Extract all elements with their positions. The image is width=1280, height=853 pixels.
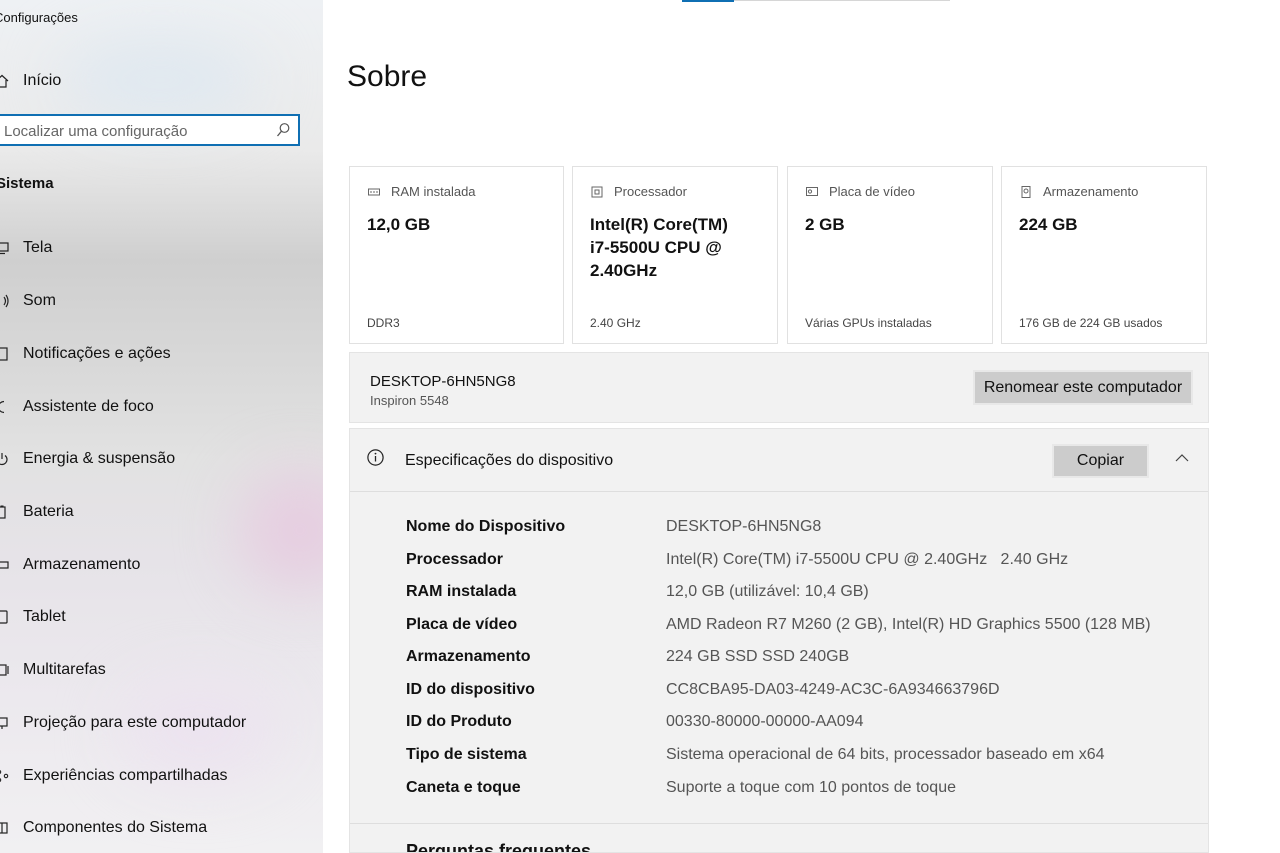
app-title: Configurações: [0, 10, 78, 25]
monitor-icon: [0, 239, 10, 257]
rename-computer-button[interactable]: Renomear este computador: [973, 370, 1193, 405]
spec-key: Caneta e toque: [406, 779, 521, 796]
home-icon: [0, 72, 10, 90]
battery-icon: [0, 503, 10, 521]
spec-value: Intel(R) Core(TM) i7-5500U CPU @ 2.40GHz…: [666, 551, 1069, 568]
page-title: Sobre: [347, 60, 428, 93]
card-subtitle: DDR3: [367, 316, 400, 330]
copy-button[interactable]: Copiar: [1052, 444, 1149, 478]
device-name-panel: DESKTOP-6HN5NG8 Inspiron 5548 Renomear e…: [349, 352, 1209, 423]
spec-key: RAM instalada: [406, 583, 517, 600]
sidebar-item-label: Bateria: [23, 503, 74, 520]
storage-icon: [0, 556, 10, 574]
card-value: Intel(R) Core(TM) i7-5500U CPU @ 2.40GHz: [590, 215, 728, 280]
card-value: 2 GB: [805, 215, 845, 234]
components-icon: [0, 819, 10, 837]
spec-key: Nome do Dispositivo: [406, 518, 566, 535]
card-title: Placa de vídeo: [829, 184, 916, 199]
spec-key: Processador: [406, 551, 503, 568]
sidebar-item-label: Assistente de foco: [23, 398, 154, 415]
card-placa-video: Placa de vídeo 2 GB Várias GPUs instalad…: [787, 166, 993, 344]
sidebar-item-energia[interactable]: Energia & suspensão: [0, 447, 300, 471]
moon-icon: [0, 398, 10, 416]
sidebar-item-projecao[interactable]: Projeção para este computador: [0, 711, 300, 735]
spec-value: Suporte a toque com 10 pontos de toque: [666, 779, 956, 796]
share-icon: [0, 767, 10, 785]
sidebar-item-assistente-foco[interactable]: Assistente de foco: [0, 395, 300, 419]
power-icon: [0, 450, 10, 468]
device-name: DESKTOP-6HN5NG8: [370, 373, 516, 390]
chevron-up-icon[interactable]: [1174, 451, 1190, 463]
sidebar-item-label: Energia & suspensão: [23, 450, 176, 467]
nav-home-label: Início: [23, 72, 62, 89]
sidebar-item-tablet[interactable]: Tablet: [0, 605, 300, 629]
sidebar-item-multitarefas[interactable]: Multitarefas: [0, 658, 300, 682]
projection-icon: [0, 714, 10, 732]
sidebar-item-notificacoes[interactable]: Notificações e ações: [0, 342, 300, 366]
ram-icon: [368, 185, 380, 197]
card-title: Processador: [614, 184, 687, 199]
spec-key: ID do Produto: [406, 713, 512, 730]
card-subtitle: Várias GPUs instaladas: [805, 316, 932, 330]
multitask-icon: [0, 661, 10, 679]
sidebar-item-label: Notificações e ações: [23, 345, 171, 362]
specs-header-label: Especificações do dispositivo: [405, 452, 614, 469]
spec-key: Placa de vídeo: [406, 616, 518, 633]
sidebar-item-componentes[interactable]: Componentes do Sistema: [0, 816, 300, 840]
sidebar-item-label: Armazenamento: [23, 556, 141, 573]
device-model: Inspiron 5548: [370, 393, 449, 408]
sidebar-item-label: Tablet: [23, 608, 66, 625]
tablet-icon: [0, 608, 10, 626]
sidebar-item-bateria[interactable]: Bateria: [0, 500, 300, 524]
sidebar-item-armazenamento[interactable]: Armazenamento: [0, 553, 300, 577]
specs-header[interactable]: Especificações do dispositivo Copiar: [350, 429, 1208, 492]
sidebar-item-experiencias[interactable]: Experiências compartilhadas: [0, 764, 300, 788]
sidebar-item-label: Multitarefas: [23, 661, 106, 678]
cpu-icon: [591, 185, 603, 198]
card-subtitle: 2.40 GHz: [590, 316, 641, 330]
sidebar-item-label: Experiências compartilhadas: [23, 767, 228, 784]
scroll-track: [734, 0, 950, 1]
card-title: Armazenamento: [1043, 184, 1139, 199]
card-value: 224 GB: [1019, 215, 1078, 234]
sidebar-item-label: Projeção para este computador: [23, 714, 247, 731]
spec-key: Armazenamento: [406, 648, 531, 665]
scroll-indicator: [682, 0, 734, 2]
nav-home[interactable]: Início: [0, 69, 300, 93]
card-processador: Processador Intel(R) Core(TM) i7-5500U C…: [572, 166, 778, 344]
section-title: Sistema: [0, 175, 54, 192]
sidebar-item-som[interactable]: Som: [0, 289, 300, 313]
sidebar-item-label: Componentes do Sistema: [23, 819, 208, 836]
sidebar-item-tela[interactable]: Tela: [0, 236, 300, 260]
info-icon: [367, 449, 384, 466]
spec-value: CC8CBA95-DA03-4249-AC3C-6A934663796D: [666, 681, 1000, 698]
card-armazenamento: Armazenamento 224 GB 176 GB de 224 GB us…: [1001, 166, 1207, 344]
search-icon[interactable]: [276, 122, 290, 138]
spec-value: 224 GB SSD SSD 240GB: [666, 648, 850, 665]
card-ram: RAM instalada 12,0 GB DDR3: [349, 166, 564, 344]
spec-key: ID do dispositivo: [406, 681, 535, 698]
sidebar-item-label: Som: [23, 292, 56, 309]
notification-icon: [0, 345, 10, 363]
spec-value: 00330-80000-00000-AA094: [666, 713, 864, 730]
card-title: RAM instalada: [391, 184, 476, 199]
sidebar: Configurações Início Localizar uma confi…: [0, 0, 323, 853]
speaker-icon: [0, 292, 10, 310]
divider: [350, 823, 1208, 824]
card-subtitle: 176 GB de 224 GB usados: [1019, 316, 1163, 330]
spec-value: DESKTOP-6HN5NG8: [666, 518, 822, 535]
storage-icon: [1020, 185, 1032, 198]
spec-value: 12,0 GB (utilizável: 10,4 GB): [666, 583, 869, 600]
card-value: 12,0 GB: [367, 215, 431, 234]
search-placeholder: Localizar uma configuração: [4, 123, 188, 140]
spec-value: AMD Radeon R7 M260 (2 GB), Intel(R) HD G…: [666, 616, 1151, 633]
gpu-icon: [806, 185, 818, 197]
device-specs-panel: Especificações do dispositivo Copiar Nom…: [349, 428, 1209, 853]
sidebar-item-label: Tela: [23, 239, 53, 256]
spec-key: Tipo de sistema: [406, 746, 527, 763]
faq-header[interactable]: Perguntas frequentes: [406, 841, 591, 852]
search-input[interactable]: Localizar uma configuração: [0, 114, 300, 146]
spec-value: Sistema operacional de 64 bits, processa…: [666, 746, 1105, 763]
